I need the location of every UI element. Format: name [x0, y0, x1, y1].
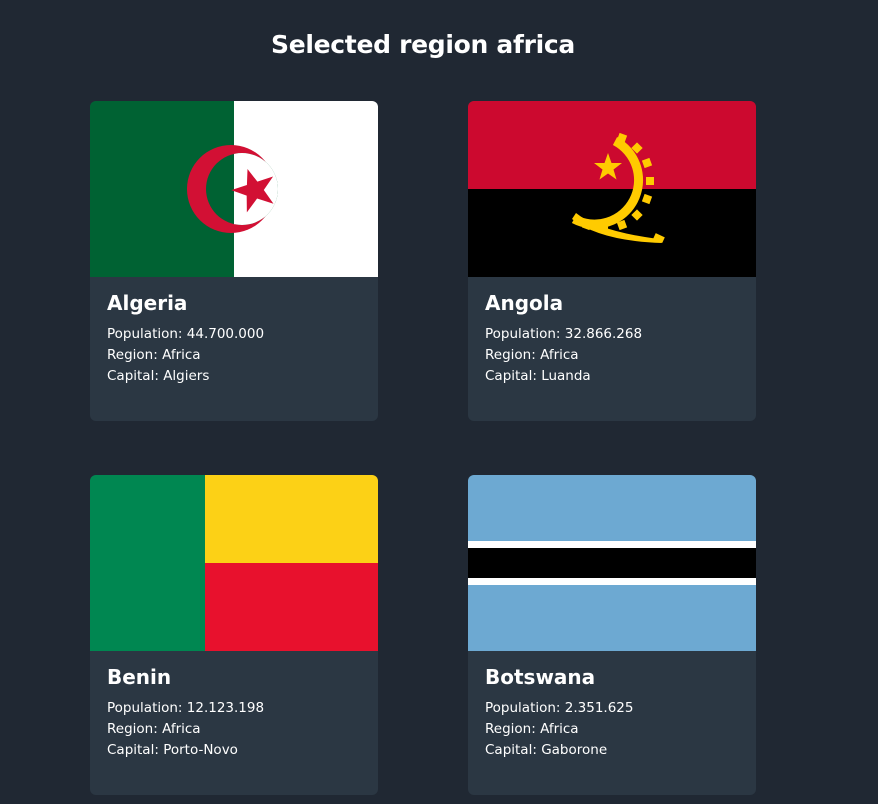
- capital-line: Capital: Porto-Novo: [107, 740, 361, 761]
- region-value: Africa: [540, 721, 579, 737]
- population-value: 44.700.000: [186, 326, 265, 342]
- population-line: Population: 2.351.625: [485, 698, 739, 719]
- country-card-botswana[interactable]: Botswana Population: 2.351.625 Region: A…: [468, 475, 756, 795]
- capital-line: Capital: Luanda: [485, 366, 739, 387]
- population-label: Population:: [107, 700, 183, 716]
- country-name: Botswana: [485, 665, 596, 689]
- region-value: Africa: [540, 347, 579, 363]
- capital-label: Capital:: [485, 368, 537, 384]
- botswana-flag: [468, 475, 756, 651]
- population-value: 32.866.268: [564, 326, 643, 342]
- region-value: Africa: [162, 721, 201, 737]
- region-line: Region: Africa: [107, 719, 361, 740]
- population-line: Population: 44.700.000: [107, 324, 361, 345]
- capital-line: Capital: Gaborone: [485, 740, 739, 761]
- region-label: Region:: [107, 347, 158, 363]
- capital-value: Porto-Novo: [163, 742, 238, 758]
- capital-value: Luanda: [541, 368, 591, 384]
- algeria-flag: [90, 101, 378, 277]
- country-card-benin[interactable]: Benin Population: 12.123.198 Region: Afr…: [90, 475, 378, 795]
- country-card-angola[interactable]: Angola Population: 32.866.268 Region: Af…: [468, 101, 756, 421]
- country-card-algeria[interactable]: Algeria Population: 44.700.000 Region: A…: [90, 101, 378, 421]
- capital-label: Capital:: [107, 368, 159, 384]
- region-value: Africa: [162, 347, 201, 363]
- angola-flag: [468, 101, 756, 277]
- region-line: Region: Africa: [107, 345, 361, 366]
- card-info: Benin Population: 12.123.198 Region: Afr…: [90, 651, 378, 761]
- card-info: Algeria Population: 44.700.000 Region: A…: [90, 277, 378, 387]
- capital-value: Gaborone: [541, 742, 608, 758]
- country-name: Algeria: [107, 291, 188, 315]
- region-label: Region:: [107, 721, 158, 737]
- population-line: Population: 12.123.198: [107, 698, 361, 719]
- region-line: Region: Africa: [485, 719, 739, 740]
- benin-flag: [90, 475, 378, 651]
- card-info: Botswana Population: 2.351.625 Region: A…: [468, 651, 756, 761]
- population-value: 2.351.625: [564, 700, 634, 716]
- page: Selected region africa Algeria Populatio…: [0, 0, 878, 804]
- population-label: Population:: [107, 326, 183, 342]
- region-label: Region:: [485, 721, 536, 737]
- card-info: Angola Population: 32.866.268 Region: Af…: [468, 277, 756, 387]
- region-label: Region:: [485, 347, 536, 363]
- population-line: Population: 32.866.268: [485, 324, 739, 345]
- country-name: Angola: [485, 291, 564, 315]
- capital-label: Capital:: [107, 742, 159, 758]
- population-label: Population:: [485, 700, 561, 716]
- country-name: Benin: [107, 665, 172, 689]
- capital-label: Capital:: [485, 742, 537, 758]
- capital-line: Capital: Algiers: [107, 366, 361, 387]
- capital-value: Algiers: [163, 368, 210, 384]
- region-line: Region: Africa: [485, 345, 739, 366]
- page-title: Selected region africa: [271, 30, 575, 59]
- population-value: 12.123.198: [186, 700, 265, 716]
- population-label: Population:: [485, 326, 561, 342]
